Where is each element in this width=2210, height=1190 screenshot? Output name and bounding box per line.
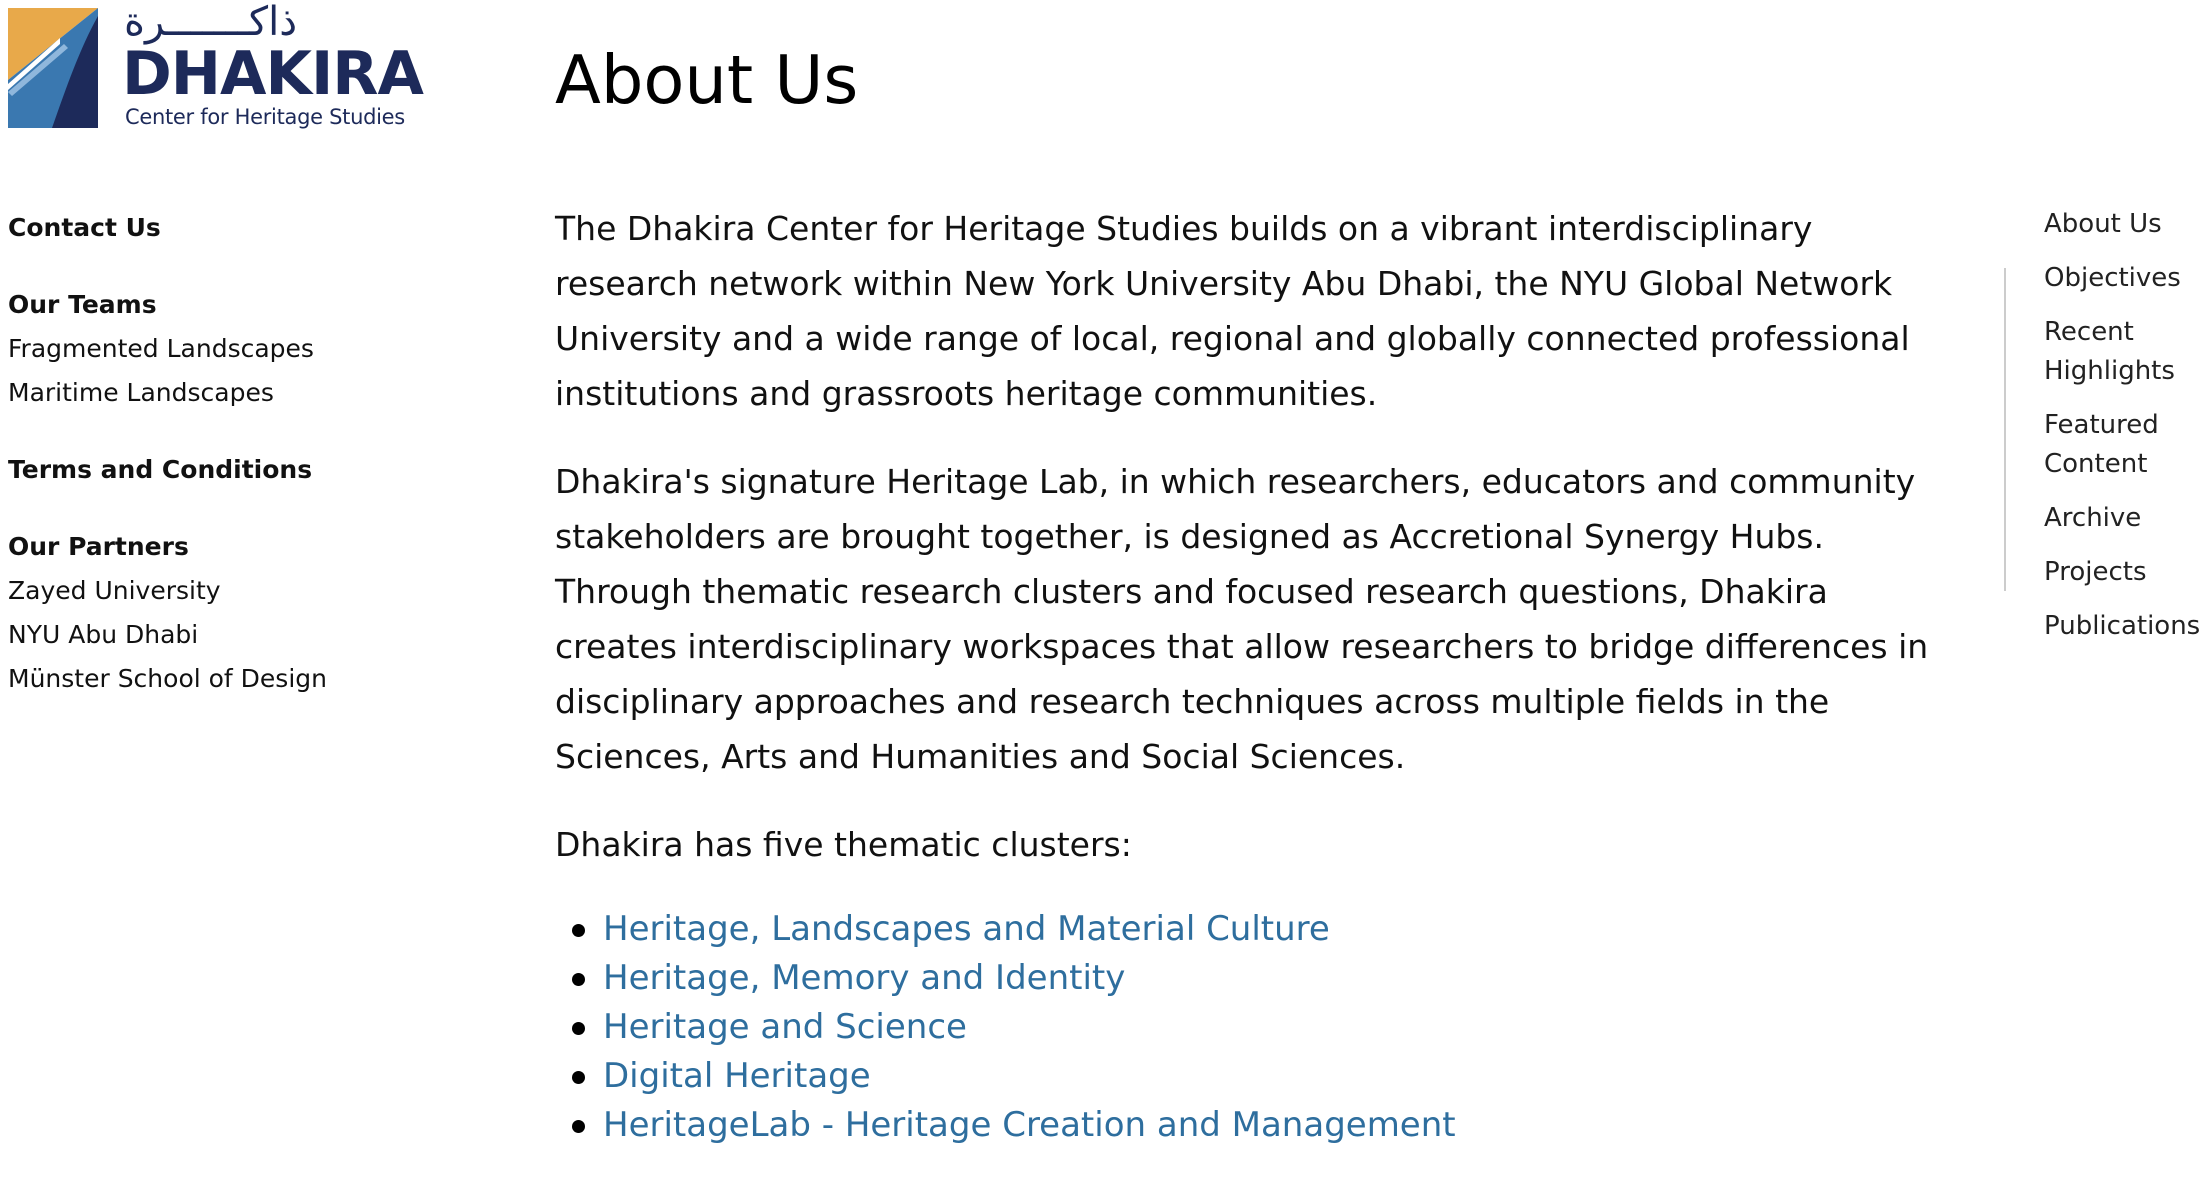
- main-content: The Dhakira Center for Heritage Studies …: [555, 201, 1955, 1150]
- logo-wordmark: DHAKIRA: [122, 39, 424, 109]
- contact-group: Contact Us: [8, 206, 428, 250]
- partner-munster-school-of-design-link[interactable]: Münster School of Design: [8, 657, 428, 701]
- toc-item-featured-content[interactable]: Featured Content: [2044, 406, 2204, 484]
- thematic-clusters-list: Heritage, Landscapes and Material Cultur…: [555, 905, 1955, 1150]
- list-item: Digital Heritage: [572, 1052, 1955, 1101]
- partner-zayed-university-link[interactable]: Zayed University: [8, 569, 428, 613]
- toc-item-archive[interactable]: Archive: [2044, 499, 2204, 538]
- cluster-link-heritage-science[interactable]: Heritage and Science: [603, 1007, 967, 1047]
- our-partners-link[interactable]: Our Partners: [8, 525, 428, 569]
- teams-group: Our Teams Fragmented Landscapes Maritime…: [8, 283, 428, 415]
- toc-item-about-us[interactable]: About Us: [2044, 205, 2204, 244]
- toc-item-projects[interactable]: Projects: [2044, 553, 2204, 592]
- team-fragmented-landscapes-link[interactable]: Fragmented Landscapes: [8, 327, 428, 371]
- toc-item-recent-highlights[interactable]: Recent Highlights: [2044, 313, 2204, 391]
- terms-and-conditions-link[interactable]: Terms and Conditions: [8, 448, 428, 492]
- site-logo[interactable]: ذاكـــــــرة DHAKIRA Center for Heritage…: [8, 2, 428, 132]
- heritage-lab-paragraph: Dhakira's signature Heritage Lab, in whi…: [555, 462, 1929, 776]
- team-maritime-landscapes-link[interactable]: Maritime Landscapes: [8, 371, 428, 415]
- partners-group: Our Partners Zayed University NYU Abu Dh…: [8, 525, 428, 701]
- clusters-intro-paragraph: Dhakira has five thematic clusters:: [555, 825, 1132, 864]
- sidebar-nav: Contact Us Our Teams Fragmented Landscap…: [8, 206, 428, 734]
- list-item: HeritageLab - Heritage Creation and Mana…: [572, 1101, 1955, 1150]
- logo-tagline: Center for Heritage Studies: [125, 105, 405, 129]
- toc-item-objectives[interactable]: Objectives: [2044, 259, 2204, 298]
- cluster-link-heritagelab[interactable]: HeritageLab - Heritage Creation and Mana…: [603, 1105, 1456, 1145]
- terms-group: Terms and Conditions: [8, 448, 428, 492]
- our-teams-link[interactable]: Our Teams: [8, 283, 428, 327]
- logo-arabic-text: ذاكـــــــرة: [124, 0, 298, 45]
- toc-divider: [2004, 268, 2006, 591]
- contact-us-link[interactable]: Contact Us: [8, 206, 428, 250]
- dhakira-logo-mark-icon: [8, 8, 98, 128]
- cluster-link-memory-identity[interactable]: Heritage, Memory and Identity: [603, 958, 1125, 998]
- list-item: Heritage, Landscapes and Material Cultur…: [572, 905, 1955, 954]
- page-title: About Us: [555, 41, 859, 119]
- table-of-contents: About Us Objectives Recent Highlights Fe…: [2044, 205, 2204, 661]
- cluster-link-digital-heritage[interactable]: Digital Heritage: [603, 1056, 871, 1096]
- list-item: Heritage and Science: [572, 1003, 1955, 1052]
- intro-paragraph: The Dhakira Center for Heritage Studies …: [555, 209, 1910, 413]
- toc-item-publications[interactable]: Publications: [2044, 607, 2204, 646]
- partner-nyu-abu-dhabi-link[interactable]: NYU Abu Dhabi: [8, 613, 428, 657]
- list-item: Heritage, Memory and Identity: [572, 954, 1955, 1003]
- cluster-link-landscapes-material-culture[interactable]: Heritage, Landscapes and Material Cultur…: [603, 909, 1330, 949]
